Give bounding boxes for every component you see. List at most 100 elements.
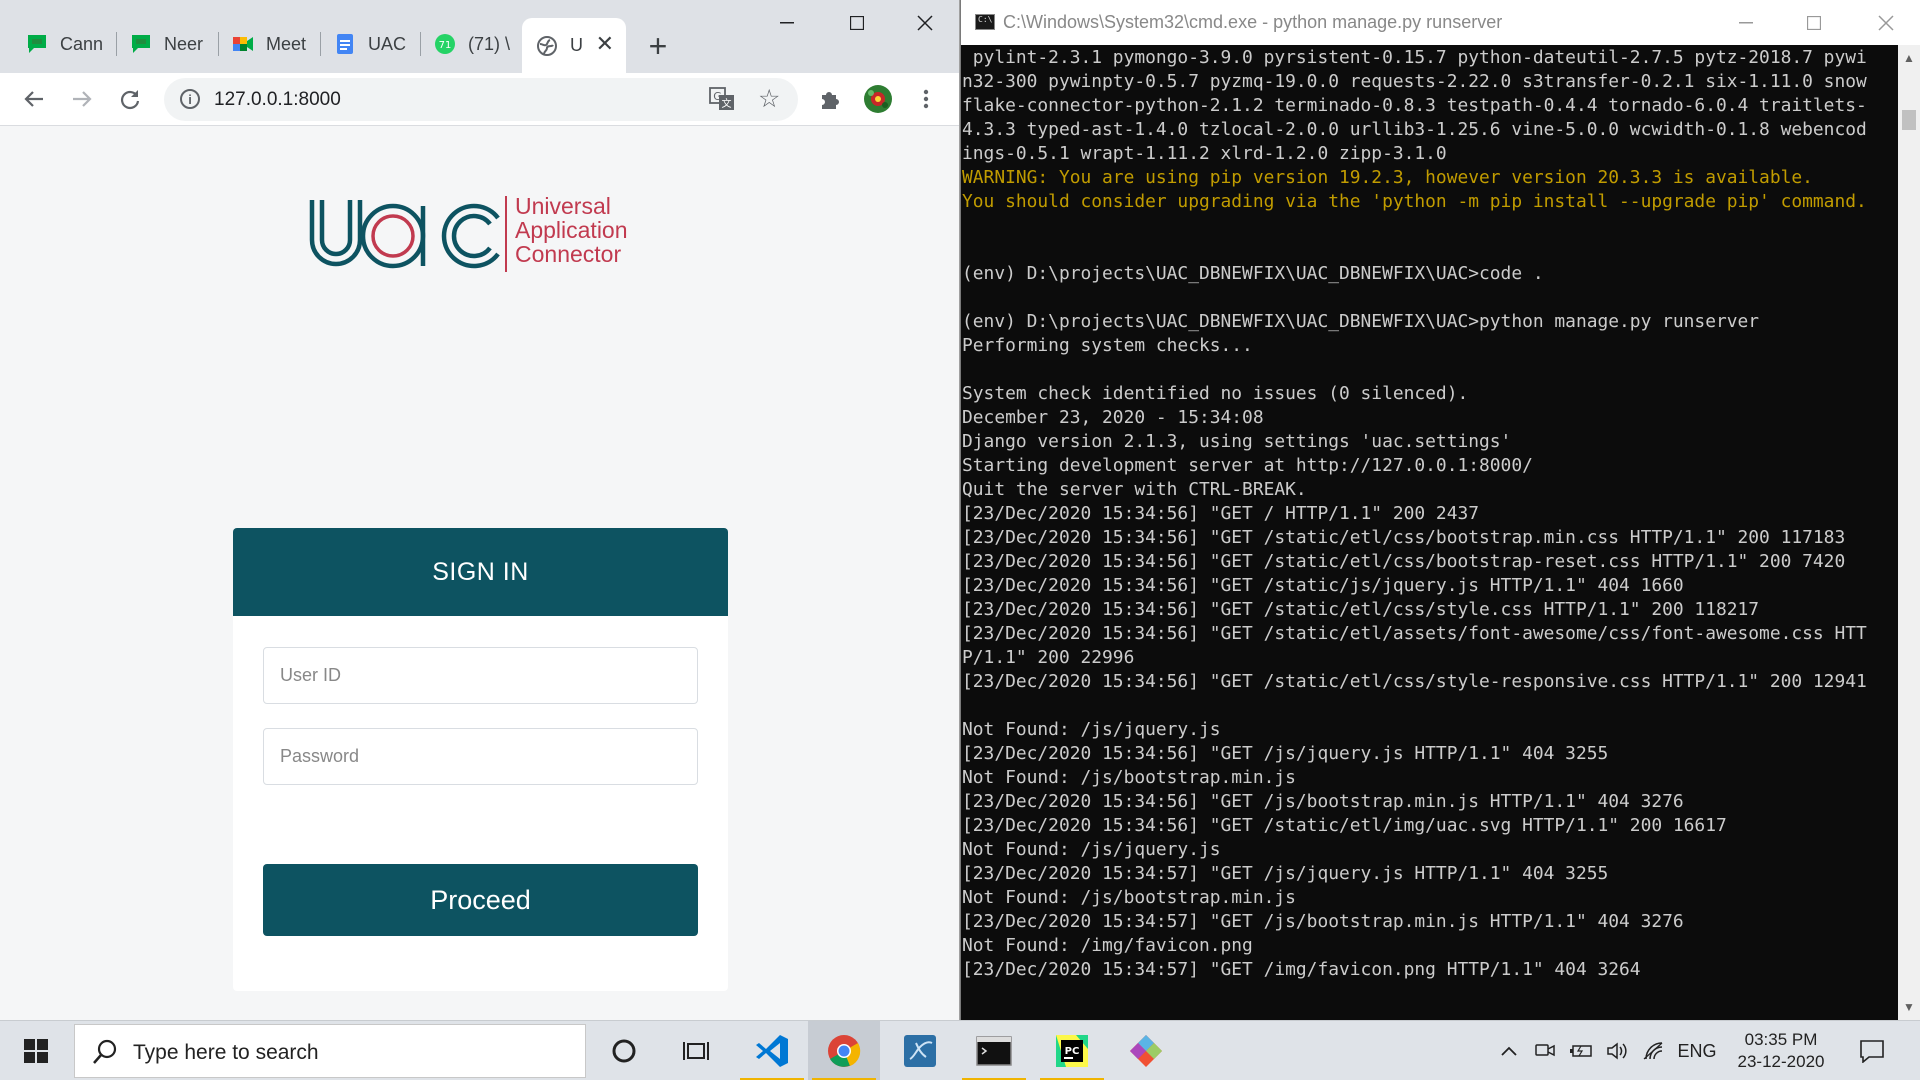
terminal-line: Not Found: /js/jquery.js xyxy=(962,719,1221,740)
terminal-line: Not Found: /js/bootstrap.min.js xyxy=(962,887,1296,908)
terminal-line: [23/Dec/2020 15:34:56] "GET /static/etl/… xyxy=(962,527,1846,548)
volume-icon[interactable] xyxy=(1602,1039,1632,1063)
language-indicator[interactable]: ENG xyxy=(1674,1039,1720,1063)
user-id-input[interactable] xyxy=(263,647,698,704)
uac-logo: Universal Application Connector xyxy=(308,194,660,274)
forward-button[interactable] xyxy=(64,81,100,117)
terminal-line: You should consider upgrading via the 'p… xyxy=(962,191,1867,212)
task-view-icon xyxy=(683,1042,709,1060)
whatsapp-icon: 71 xyxy=(434,33,456,55)
terminal-line: Not Found: /img/favicon.png xyxy=(962,935,1253,956)
terminal-output[interactable]: pylint-2.3.1 pymongo-3.9.0 pyrsistent-0.… xyxy=(961,45,1899,1020)
terminal-line: P/1.1" 200 22996 xyxy=(962,647,1135,668)
new-tab-button[interactable]: + xyxy=(638,26,678,66)
tab-whatsapp[interactable]: 71 (71) \ xyxy=(420,20,520,68)
reload-icon xyxy=(120,90,140,110)
chrome-icon xyxy=(828,1035,861,1067)
cmd-close-button[interactable] xyxy=(1857,8,1915,38)
battery-icon[interactable] xyxy=(1566,1039,1596,1063)
mysql-workbench-icon xyxy=(904,1035,936,1067)
cmd-maximize-button[interactable] xyxy=(1785,8,1843,38)
terminal-line: pylint-2.3.1 pymongo-3.9.0 pyrsistent-0.… xyxy=(962,47,1867,68)
terminal-line: WARNING: You are using pip version 19.2.… xyxy=(962,167,1813,188)
terminal-line: Starting development server at http://12… xyxy=(962,455,1533,476)
taskbar-app-mysql-workbench[interactable] xyxy=(884,1021,956,1080)
action-center-button[interactable] xyxy=(1852,1035,1892,1067)
terminal-line: Quit the server with CTRL-BREAK. xyxy=(962,479,1307,500)
cortana-icon xyxy=(612,1039,636,1063)
browser-window: Cann Neer Meet UAC 71 (71) \ U ✕ + i 127… xyxy=(0,0,960,1020)
maximize-button[interactable] xyxy=(828,8,886,38)
svg-text:文: 文 xyxy=(722,97,732,110)
windows-logo-icon xyxy=(24,1039,48,1063)
close-window-button[interactable] xyxy=(896,8,954,38)
translate-icon[interactable]: G文 xyxy=(709,87,735,111)
profile-avatar[interactable] xyxy=(860,81,896,117)
taskbar-app-cmd[interactable] xyxy=(958,1021,1030,1080)
taskbar-app-git[interactable] xyxy=(1110,1021,1182,1080)
tab-label: UAC xyxy=(368,33,407,54)
reload-button[interactable] xyxy=(112,81,148,117)
clock[interactable]: 03:35 PM 23-12-2020 xyxy=(1726,1029,1836,1073)
taskbar-app-pycharm[interactable]: PC xyxy=(1036,1021,1108,1080)
avatar-icon xyxy=(864,85,892,113)
scroll-down-icon[interactable]: ▼ xyxy=(1903,1000,1915,1014)
terminal-text: pylint-2.3.1 pymongo-3.9.0 pyrsistent-0.… xyxy=(962,46,1867,982)
browser-toolbar: i 127.0.0.1:8000 G文 ☆ xyxy=(0,73,959,126)
password-input[interactable] xyxy=(263,728,698,785)
show-hidden-icons-button[interactable] xyxy=(1496,1039,1522,1063)
cmd-scrollbar[interactable]: ▲ ▼ xyxy=(1898,45,1920,1020)
terminal-line: [23/Dec/2020 15:34:57] "GET /js/bootstra… xyxy=(962,911,1684,932)
tab-docs-uac[interactable]: UAC xyxy=(320,20,420,68)
minimize-button[interactable] xyxy=(758,8,816,38)
terminal-line: Django version 2.1.3, using settings 'ua… xyxy=(962,431,1512,452)
terminal-line: flake-connector-python-2.1.2 terminado-0… xyxy=(962,95,1867,116)
clock-time: 03:35 PM xyxy=(1744,1030,1818,1049)
terminal-line: Not Found: /js/jquery.js xyxy=(962,839,1221,860)
meet-now-icon[interactable] xyxy=(1530,1039,1560,1063)
proceed-button[interactable]: Proceed xyxy=(263,864,698,936)
cortana-button[interactable] xyxy=(588,1021,660,1080)
forward-arrow-icon xyxy=(73,91,92,107)
logo-tagline-line: Universal xyxy=(515,193,611,219)
tab-uac-active[interactable]: U ✕ xyxy=(522,18,626,73)
cmd-minimize-button[interactable] xyxy=(1717,8,1775,38)
tab-meet[interactable]: Meet xyxy=(218,20,320,68)
search-placeholder: Type here to search xyxy=(133,1041,319,1064)
scroll-up-icon[interactable]: ▲ xyxy=(1903,51,1915,65)
logo-tagline-line: Application xyxy=(515,217,628,243)
uac-logo-mark xyxy=(309,196,507,272)
scrollbar-thumb[interactable] xyxy=(1902,110,1916,130)
cmd-title-bar[interactable]: C:\ C:\Windows\System32\cmd.exe - python… xyxy=(961,0,1920,45)
tab-chat-1[interactable]: Cann xyxy=(12,20,116,68)
taskbar-search[interactable]: Type here to search xyxy=(74,1024,586,1078)
tab-chat-2[interactable]: Neer xyxy=(116,20,218,68)
cmd-window-title: C:\Windows\System32\cmd.exe - python man… xyxy=(1003,12,1503,32)
chrome-menu-button[interactable] xyxy=(908,81,944,117)
taskbar-app-chrome[interactable] xyxy=(808,1021,880,1080)
google-docs-icon xyxy=(334,33,356,55)
start-button[interactable] xyxy=(0,1021,72,1080)
back-button[interactable] xyxy=(16,81,52,117)
address-bar[interactable]: i 127.0.0.1:8000 G文 ☆ xyxy=(164,78,798,121)
terminal-line: [23/Dec/2020 15:34:56] "GET /js/bootstra… xyxy=(962,791,1684,812)
terminal-line: [23/Dec/2020 15:34:56] "GET /static/etl/… xyxy=(962,815,1727,836)
terminal-line: [23/Dec/2020 15:34:56] "GET /static/etl/… xyxy=(962,671,1867,692)
search-icon xyxy=(91,1038,119,1071)
close-icon[interactable]: ✕ xyxy=(596,31,614,57)
tab-label: Neer xyxy=(164,33,204,54)
info-icon[interactable]: i xyxy=(180,89,200,109)
bookmark-star-icon[interactable]: ☆ xyxy=(758,84,780,114)
terminal-line: [23/Dec/2020 15:34:56] "GET /static/etl/… xyxy=(962,551,1846,572)
extensions-button[interactable] xyxy=(812,81,848,117)
taskbar-app-vscode[interactable] xyxy=(736,1021,808,1080)
terminal-line: ings-0.5.1 wrapt-1.11.2 xlrd-1.2.0 zipp-… xyxy=(962,143,1447,164)
taskbar: Type here to search PC ENG 03:35 PM 23-1… xyxy=(0,1020,1920,1080)
terminal-line: 4.3.3 typed-ast-1.4.0 tzlocal-2.0.0 urll… xyxy=(962,119,1867,140)
task-view-button[interactable] xyxy=(660,1021,732,1080)
wifi-icon[interactable] xyxy=(1638,1039,1668,1063)
back-arrow-icon xyxy=(24,91,43,107)
